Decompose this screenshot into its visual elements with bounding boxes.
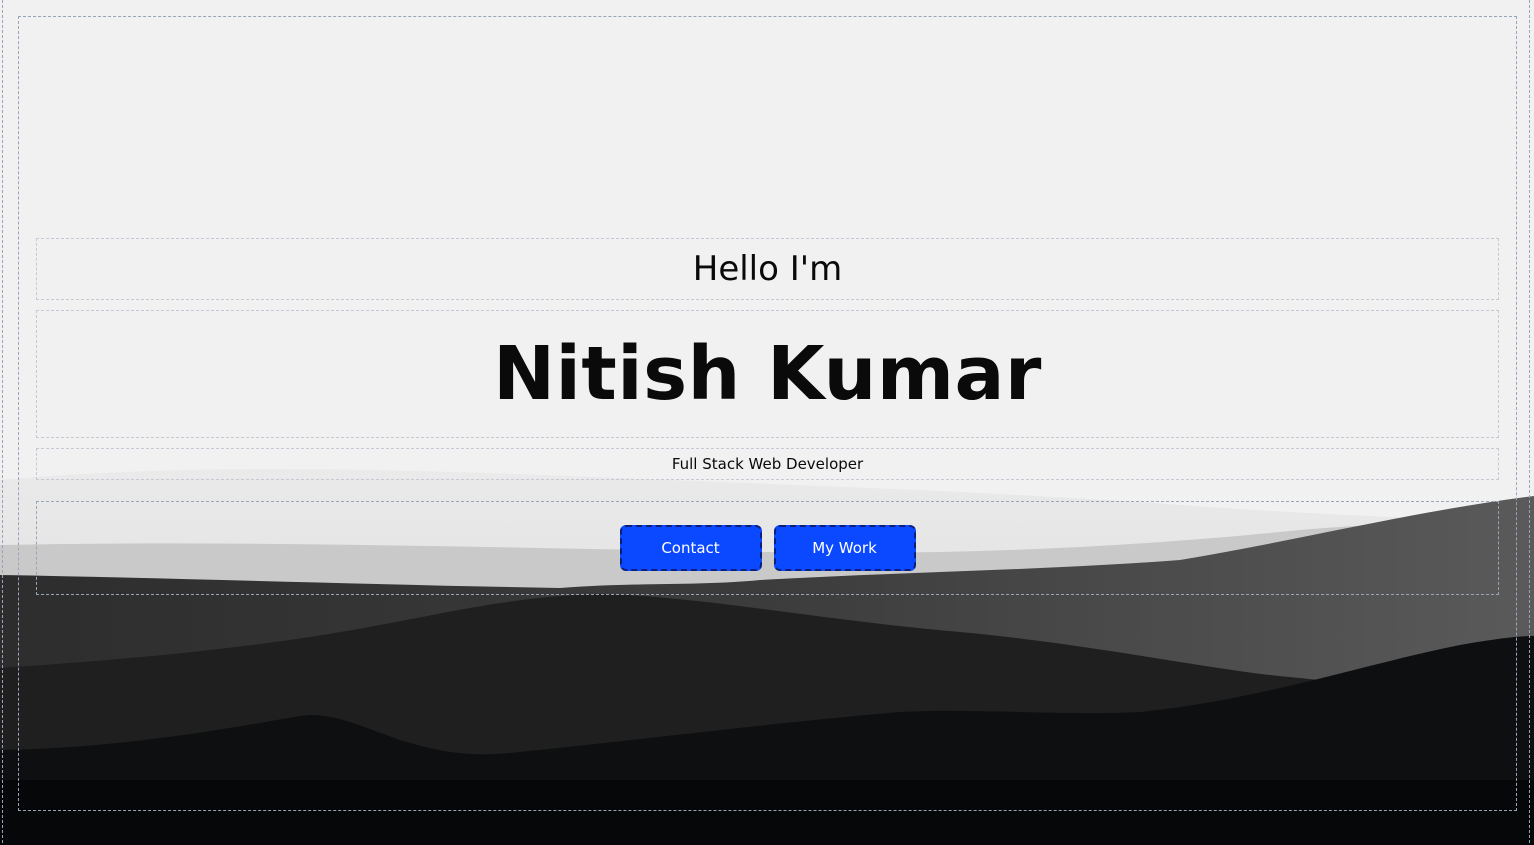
- contact-button[interactable]: Contact: [619, 525, 762, 571]
- name-heading: Nitish Kumar: [36, 310, 1499, 438]
- greeting-text: Hello I'm: [36, 238, 1499, 300]
- action-buttons-row: Contact My Work: [36, 501, 1499, 595]
- my-work-button[interactable]: My Work: [773, 525, 916, 571]
- role-subtitle: Full Stack Web Developer: [36, 448, 1499, 480]
- hero-page: Hello I'm Nitish Kumar Full Stack Web De…: [0, 0, 1534, 845]
